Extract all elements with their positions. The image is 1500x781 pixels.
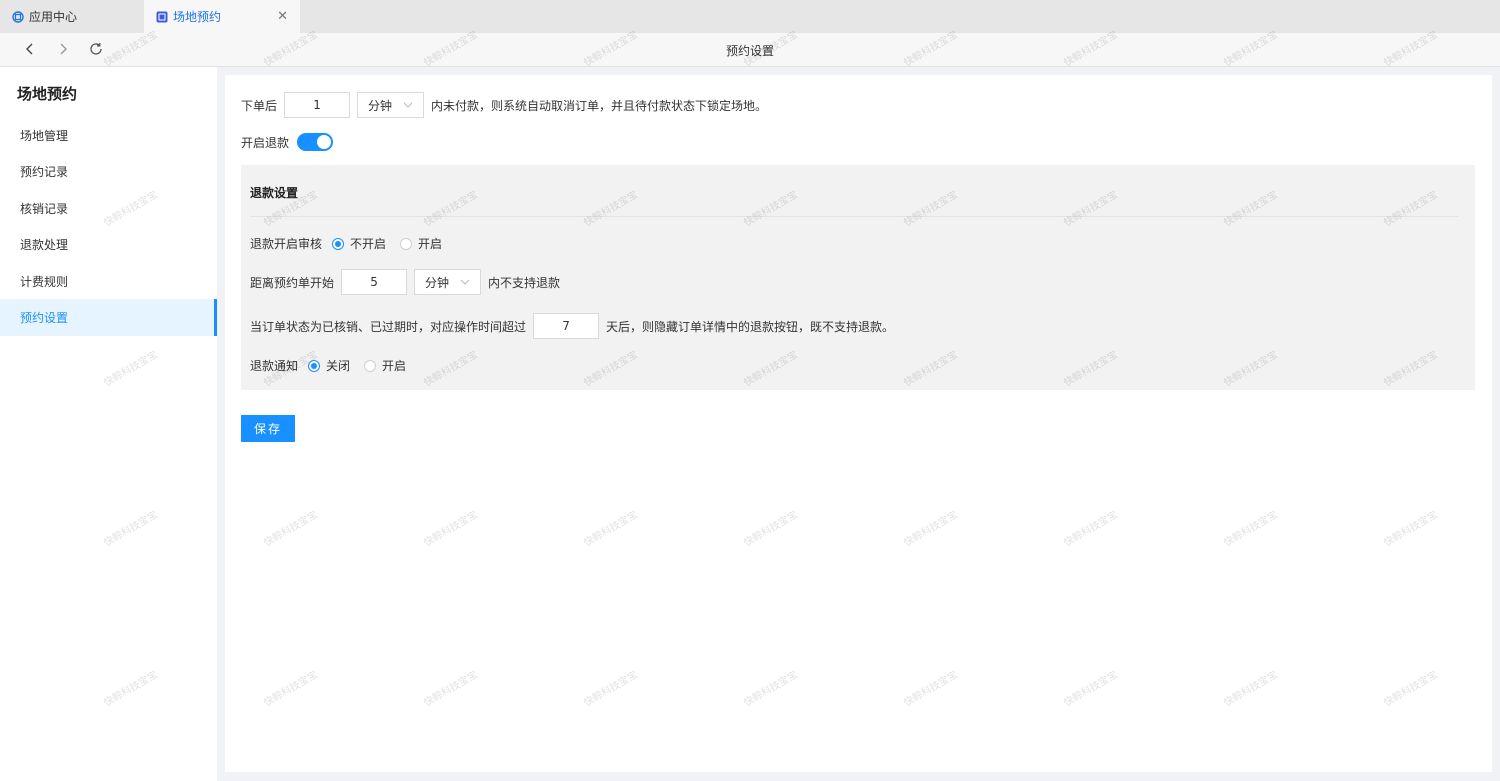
switch-knob bbox=[317, 135, 332, 149]
venue-booking-icon bbox=[156, 11, 168, 23]
order-timeout-prefix: 下单后 bbox=[241, 98, 278, 113]
refund-notify-row: 退款通知 关闭 开启 bbox=[250, 357, 406, 374]
radio-dot bbox=[364, 359, 377, 372]
before-start-row: 距离预约单开始 5 分钟 内不支持退款 bbox=[250, 269, 560, 295]
tab-label: 场地预约 bbox=[173, 10, 222, 24]
refund-toggle-row: 开启退款 bbox=[241, 133, 334, 151]
select-value: 分钟 bbox=[425, 275, 450, 290]
save-button[interactable]: 保存 bbox=[241, 415, 295, 442]
sidebar-item-label: 计费规则 bbox=[20, 275, 69, 289]
radio-notify-off[interactable]: 关闭 bbox=[308, 357, 350, 374]
refund-review-row: 退款开启审核 不开启 开启 bbox=[250, 235, 442, 252]
refund-toggle-label: 开启退款 bbox=[241, 135, 290, 150]
radio-label: 开启 bbox=[382, 359, 407, 373]
sidebar-item-refund-processing[interactable]: 退款处理 bbox=[0, 226, 217, 263]
refund-review-label: 退款开启审核 bbox=[250, 237, 323, 251]
chevron-down-icon bbox=[403, 98, 413, 115]
sidebar-item-label: 场地管理 bbox=[20, 129, 69, 143]
refund-toggle-switch[interactable] bbox=[297, 133, 334, 151]
sidebar-item-verification-records[interactable]: 核销记录 bbox=[0, 190, 217, 227]
hide-refund-row: 当订单状态为已核销、已过期时，对应操作时间超过 7 天后，则隐藏订单详情中的退款… bbox=[250, 313, 894, 339]
sidebar-item-label: 预约设置 bbox=[20, 311, 69, 325]
refund-settings-title: 退款设置 bbox=[250, 186, 299, 200]
tab-label: 应用中心 bbox=[29, 10, 78, 24]
radio-label: 开启 bbox=[418, 237, 443, 251]
hide-refund-prefix: 当订单状态为已核销、已过期时，对应操作时间超过 bbox=[250, 319, 527, 334]
close-icon[interactable]: ✕ bbox=[277, 9, 288, 24]
order-timeout-input[interactable]: 1 bbox=[284, 92, 351, 118]
hide-refund-suffix: 天后，则隐藏订单详情中的退款按钮，既不支持退款。 bbox=[606, 319, 895, 334]
sidebar-item-label: 退款处理 bbox=[20, 238, 69, 252]
app-center-icon bbox=[12, 10, 24, 23]
tab-venue-booking[interactable]: 场地预约 ✕ bbox=[144, 0, 300, 33]
refund-settings-panel: 退款设置 退款开启审核 不开启 开启 距离预约单开始 5 分钟 内不支持退款 当… bbox=[241, 165, 1475, 390]
hide-refund-days-input[interactable]: 7 bbox=[533, 313, 600, 339]
chevron-down-icon bbox=[460, 275, 470, 292]
settings-panel: 下单后 1 分钟 内未付款，则系统自动取消订单，并且待付款状态下锁定场地。 开启… bbox=[225, 75, 1492, 772]
before-start-input[interactable]: 5 bbox=[341, 269, 408, 295]
order-timeout-row: 下单后 1 分钟 内未付款，则系统自动取消订单，并且待付款状态下锁定场地。 bbox=[241, 92, 767, 118]
page-title: 预约设置 bbox=[725, 44, 774, 58]
radio-dot bbox=[332, 237, 345, 250]
radio-review-off[interactable]: 不开启 bbox=[332, 235, 386, 252]
order-timeout-suffix: 内未付款，则系统自动取消订单，并且待付款状态下锁定场地。 bbox=[431, 98, 768, 113]
radio-review-on[interactable]: 开启 bbox=[400, 235, 442, 252]
tab-bar: 应用中心 场地预约 ✕ bbox=[0, 0, 1500, 33]
sidebar-item-venue-management[interactable]: 场地管理 bbox=[0, 117, 217, 154]
sidebar-item-billing-rules[interactable]: 计费规则 bbox=[0, 263, 217, 300]
refund-notify-label: 退款通知 bbox=[250, 359, 299, 373]
radio-label: 不开启 bbox=[350, 237, 387, 251]
before-start-suffix: 内不支持退款 bbox=[488, 275, 561, 290]
order-timeout-unit-select[interactable]: 分钟 bbox=[357, 92, 425, 118]
nav-bar: 预约设置 bbox=[0, 33, 1500, 67]
before-start-prefix: 距离预约单开始 bbox=[250, 275, 335, 290]
sidebar-title: 场地预约 bbox=[17, 85, 78, 103]
radio-notify-on[interactable]: 开启 bbox=[364, 357, 406, 374]
divider bbox=[250, 216, 1458, 217]
tab-app-center[interactable]: 应用中心 bbox=[0, 0, 143, 33]
before-start-unit-select[interactable]: 分钟 bbox=[414, 269, 482, 295]
select-value: 分钟 bbox=[368, 98, 393, 113]
radio-dot bbox=[308, 359, 321, 372]
sidebar-item-booking-records[interactable]: 预约记录 bbox=[0, 153, 217, 190]
radio-dot bbox=[400, 237, 413, 250]
radio-label: 关闭 bbox=[326, 359, 351, 373]
sidebar-item-label: 核销记录 bbox=[20, 202, 69, 216]
sidebar-item-booking-settings[interactable]: 预约设置 bbox=[0, 299, 217, 336]
sidebar: 场地预约 场地管理 预约记录 核销记录 退款处理 计费规则 预约设置 bbox=[0, 67, 217, 781]
sidebar-item-label: 预约记录 bbox=[20, 165, 69, 179]
